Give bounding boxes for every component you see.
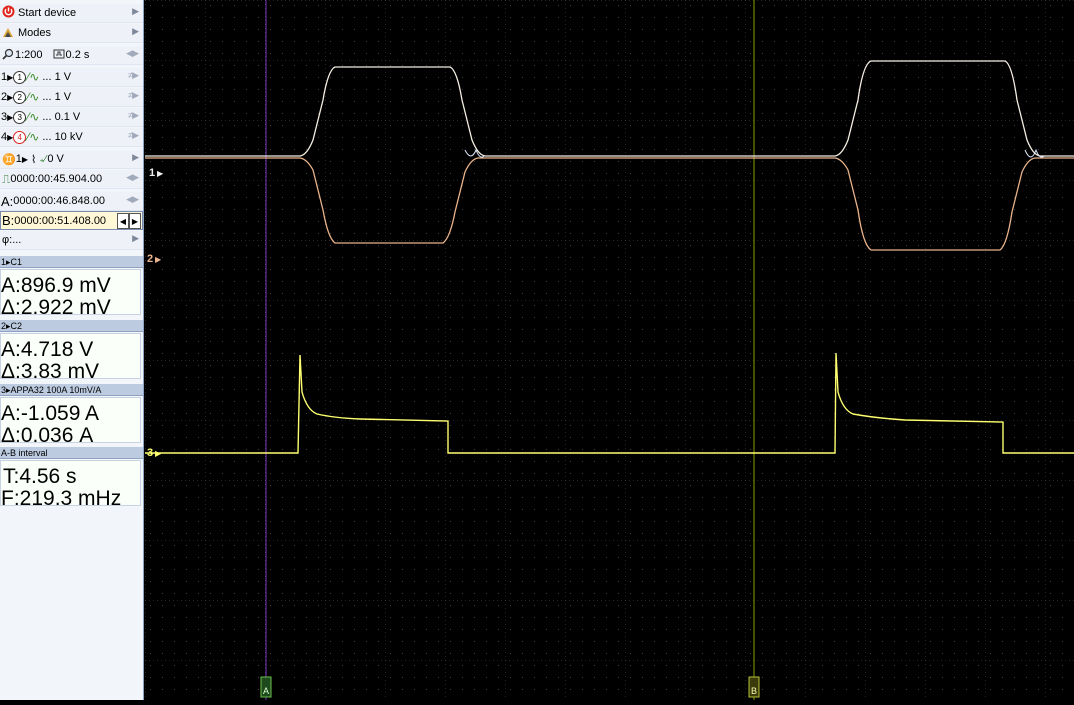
channel-range[interactable]: ... 0.1 V	[42, 111, 80, 123]
coupling-icon[interactable]: ⁄∿	[27, 90, 39, 104]
ch3-marker[interactable]: 3	[147, 447, 153, 459]
phase-label: φ:...	[2, 234, 22, 246]
measure-delta-value: Δ:2.922 mV	[1, 296, 111, 319]
channel-row-2[interactable]: 2 ▶ 2 ⁄∿ ... 1 V ≠▶	[0, 88, 143, 107]
expand-arrow-icon[interactable]: ▶	[132, 6, 139, 17]
coupling-icon[interactable]: ⁄∿	[27, 110, 39, 124]
magnifier-icon	[2, 48, 14, 63]
channel-row-4[interactable]: 4 ▶ 4 ⁄∿ ... 10 kV ≠▶	[0, 128, 143, 147]
range-stepper[interactable]: ≠▶	[128, 90, 139, 101]
range-stepper[interactable]: ≠▶	[128, 130, 139, 141]
cursor-b-time[interactable]: 0000:00:51.408.00	[14, 215, 106, 227]
ch1-marker-arrow-icon: ▶	[157, 169, 164, 178]
measure-box-c2: A:4.718 V Δ:3.83 mV	[0, 333, 141, 383]
timebase-icon	[53, 48, 65, 63]
cursor-a-prefix: A:	[1, 193, 14, 209]
sidebar: Start device ▶ Modes ▶ 1:200 0.2 s ◀▶ 1 …	[0, 0, 144, 700]
start-device-label: Start device	[18, 7, 77, 19]
time-stepper[interactable]: ◀▶	[126, 172, 139, 183]
measure-box-interval: T:4.56 s F:219.3 mHz	[0, 460, 141, 510]
timebase-value[interactable]: 0.2 s	[66, 49, 90, 61]
timebase-stepper[interactable]: ◀▶	[126, 48, 139, 59]
channel-range[interactable]: ... 1 V	[42, 91, 71, 103]
expand-arrow-icon[interactable]: ▶	[132, 152, 139, 163]
modes-icon	[2, 26, 15, 41]
measure-a-value: A:-1.059 A	[1, 402, 100, 425]
measure-header-interval[interactable]: A-B interval	[0, 447, 143, 459]
ch3-marker-arrow-icon: ▶	[155, 449, 162, 458]
measure-header-c2[interactable]: 2▸C2	[0, 320, 143, 332]
measure-delta-value: Δ:0.036 A	[1, 424, 94, 447]
ch2-marker[interactable]: 2	[147, 253, 153, 265]
waveform-icon: ⎍	[2, 171, 11, 186]
channel-badge-icon: 1	[13, 70, 27, 84]
power-icon	[2, 5, 15, 21]
measure-header-c3[interactable]: 3▸APPA32 100A 10mV/A	[0, 384, 143, 396]
measure-box-c3: A:-1.059 A Δ:0.036 A	[0, 397, 141, 447]
cursor-a-stepper[interactable]: ◀▶	[126, 194, 139, 205]
measure-box-c1: A:896.9 mV Δ:2.922 mV	[0, 269, 141, 319]
channel-row-3[interactable]: 3 ▶ 3 ⁄∿ ... 0.1 V ≠▶	[0, 108, 143, 127]
trigger-level[interactable]: 0 V	[47, 153, 64, 165]
cursor-b-row[interactable]: B: 0000:00:51.408.00 ◀ ▶	[0, 211, 143, 230]
arrow-right-icon: ▶	[21, 154, 28, 164]
trigger-slope-icon[interactable]: ₊⁄	[39, 154, 46, 165]
coupling-icon[interactable]: ⁄∿	[27, 130, 39, 144]
cursor-a-time[interactable]: 0000:00:46.848.00	[13, 195, 105, 207]
cursor-b-prefix: B:	[2, 213, 15, 228]
modes-button[interactable]: Modes ▶	[0, 24, 143, 43]
cursor-a-row[interactable]: A: 0000:00:46.848.00 ◀▶	[0, 192, 143, 211]
channel-badge-icon: 3	[13, 110, 27, 124]
ch2-marker-arrow-icon: ▶	[155, 255, 162, 264]
channel-disabled-icon: 4	[13, 130, 27, 144]
start-device-button[interactable]: Start device ▶	[0, 4, 143, 23]
measure-delta-value: Δ:3.83 mV	[1, 360, 100, 383]
channel-range[interactable]: ... 10 kV	[42, 131, 82, 143]
measure-a-value: A:4.718 V	[1, 338, 94, 361]
scope-canvas[interactable]: 1 ▶ 2 ▶ 3 ▶ A B	[145, 0, 1074, 700]
phase-row[interactable]: φ:... ▶	[0, 231, 143, 250]
interval-frequency: F:219.3 mHz	[1, 487, 122, 510]
current-time: 0000:00:45.904.00	[10, 173, 103, 185]
range-stepper[interactable]: ≠▶	[128, 110, 139, 121]
measure-header-c1[interactable]: 1▸C1	[0, 256, 143, 268]
svg-text:B: B	[751, 686, 757, 696]
cursor-b-stepper[interactable]: ◀ ▶	[117, 213, 141, 229]
measure-a-value: A:896.9 mV	[1, 274, 111, 297]
current-time-row: ⎍ 0000:00:45.904.00 ◀▶	[0, 170, 143, 189]
step-left-icon[interactable]: ◀	[117, 213, 129, 229]
zoom-scale[interactable]: 1:200	[15, 49, 43, 61]
modes-label: Modes	[18, 27, 52, 39]
interval-period: T:4.56 s	[3, 465, 77, 488]
coupling-icon[interactable]: ⁄∿	[27, 70, 39, 84]
zoom-row: 1:200 0.2 s ◀▶	[0, 46, 143, 65]
channel-row-1[interactable]: 1 ▶ 1 ⁄∿ ... 1 V ≠▶	[0, 68, 143, 87]
channel-badge-icon: 2	[13, 90, 27, 104]
cursor-a-handle[interactable]: A	[260, 676, 272, 698]
expand-arrow-icon[interactable]: ▶	[132, 233, 139, 244]
svg-text:A: A	[263, 686, 269, 696]
expand-arrow-icon[interactable]: ▶	[132, 26, 139, 37]
cursor-b-handle[interactable]: B	[748, 676, 760, 698]
oscilloscope-screen[interactable]: 1 ▶ 2 ▶ 3 ▶ A B	[145, 0, 1074, 700]
trigger-row[interactable]: ♊ 1 ▶ ⌇ ₊⁄ 0 V ▶	[0, 150, 143, 169]
trigger-icon: ♊	[2, 153, 16, 166]
channel-range[interactable]: ... 1 V	[42, 71, 71, 83]
grid-lines	[145, 0, 1074, 700]
ch1-marker[interactable]: 1	[149, 167, 155, 179]
step-right-icon[interactable]: ▶	[129, 213, 141, 229]
trigger-edge-icon[interactable]: ⌇	[31, 153, 36, 166]
range-stepper[interactable]: ≠▶	[128, 70, 139, 81]
